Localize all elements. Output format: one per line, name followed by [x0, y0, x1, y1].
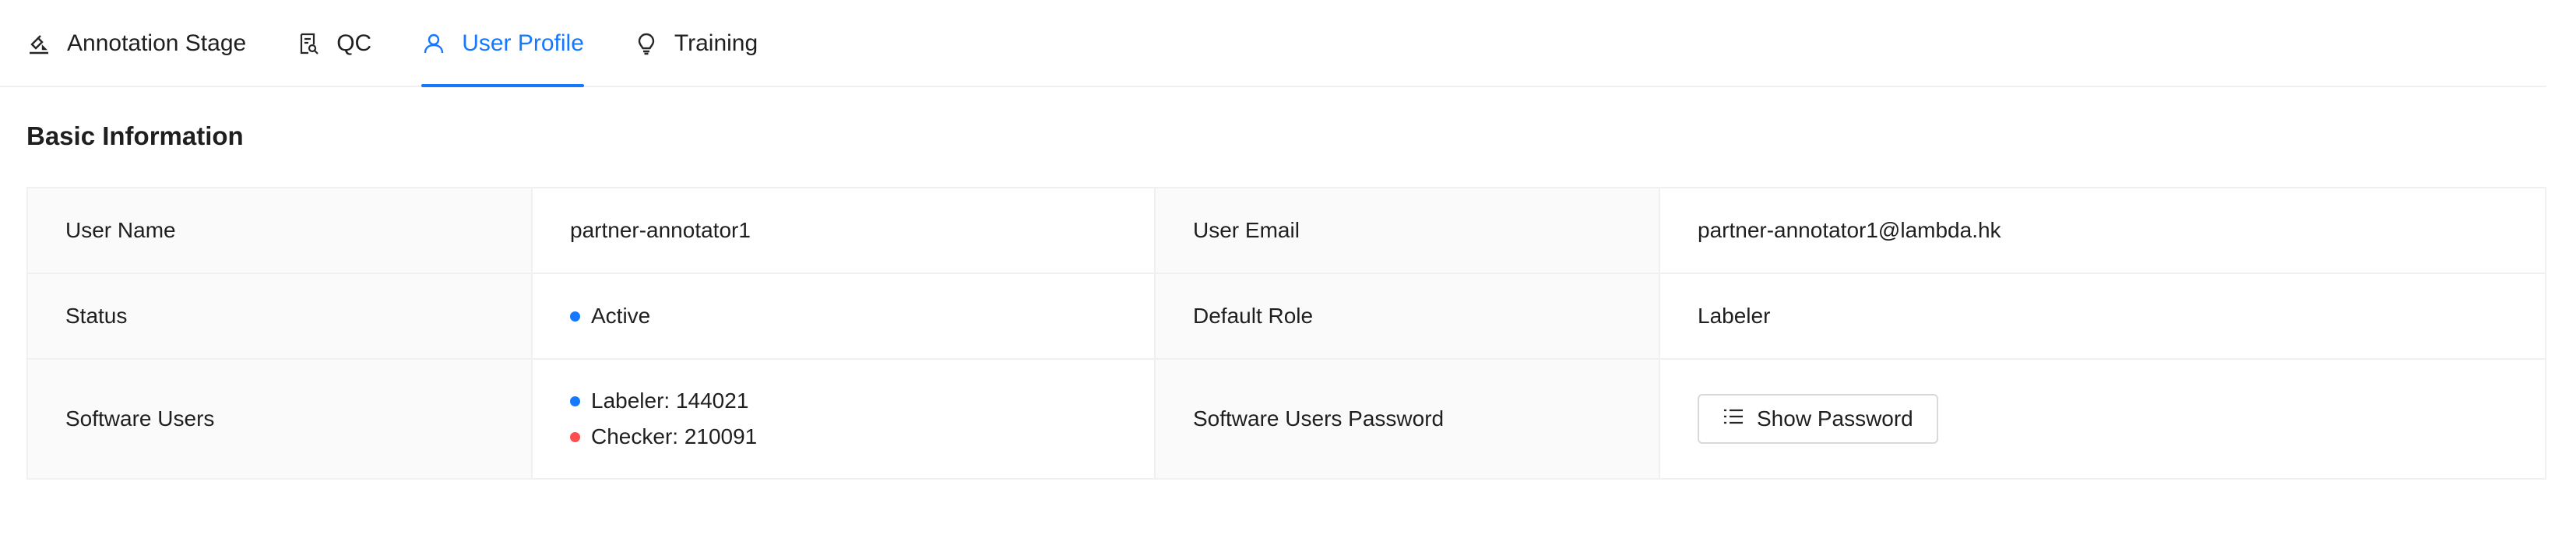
status-text: Active — [591, 304, 651, 328]
tab-bar: Annotation Stage QC User Profile Trainin… — [0, 0, 2546, 87]
default-role-value: Labeler — [1659, 272, 2546, 360]
user-name-value: partner-annotator1 — [531, 187, 1156, 274]
qc-icon — [296, 31, 321, 56]
user-name-label: User Name — [26, 187, 533, 274]
status-dot-icon — [570, 311, 580, 322]
section-title: Basic Information — [26, 121, 244, 150]
status-cell: Active — [531, 272, 1156, 360]
user-icon — [421, 31, 446, 56]
user-email-label: User Email — [1154, 187, 1660, 274]
software-user-labeler: Labeler: 144021 — [570, 383, 1117, 419]
table-row: Status Active Default Role Labeler — [26, 272, 2546, 360]
user-email-value: partner-annotator1@lambda.hk — [1659, 187, 2546, 274]
list-icon — [1723, 406, 1744, 431]
tab-training[interactable]: Training — [634, 0, 758, 86]
software-user-text: Labeler: 144021 — [591, 389, 749, 413]
tab-annotation-stage[interactable]: Annotation Stage — [26, 0, 246, 86]
tab-qc[interactable]: QC — [296, 0, 371, 86]
tab-label: Training — [674, 30, 758, 56]
default-role-label: Default Role — [1154, 272, 1660, 360]
tab-label: QC — [336, 30, 372, 56]
show-password-label: Show Password — [1757, 406, 1913, 431]
show-password-button[interactable]: Show Password — [1698, 394, 1938, 444]
tab-label: Annotation Stage — [67, 30, 247, 56]
checker-dot-icon — [570, 431, 580, 442]
software-user-text: Checker: 210091 — [591, 424, 758, 448]
software-user-checker: Checker: 210091 — [570, 419, 1117, 455]
tab-label: User Profile — [462, 30, 584, 56]
table-row: User Name partner-annotator1 User Email … — [26, 187, 2546, 274]
basic-info-table: User Name partner-annotator1 User Email … — [26, 187, 2546, 480]
software-password-label: Software Users Password — [1154, 358, 1660, 480]
labeler-dot-icon — [570, 396, 580, 406]
tab-user-profile[interactable]: User Profile — [421, 0, 584, 87]
software-users-label: Software Users — [26, 358, 533, 480]
lightbulb-icon — [634, 31, 659, 56]
status-label: Status — [26, 272, 533, 360]
annotation-stage-icon — [26, 31, 51, 56]
status-badge: Active — [570, 298, 1117, 334]
software-password-cell: Show Password — [1659, 358, 2546, 480]
table-row: Software Users Labeler: 144021 Checker: … — [26, 358, 2546, 480]
software-users-cell: Labeler: 144021 Checker: 210091 — [531, 358, 1156, 480]
